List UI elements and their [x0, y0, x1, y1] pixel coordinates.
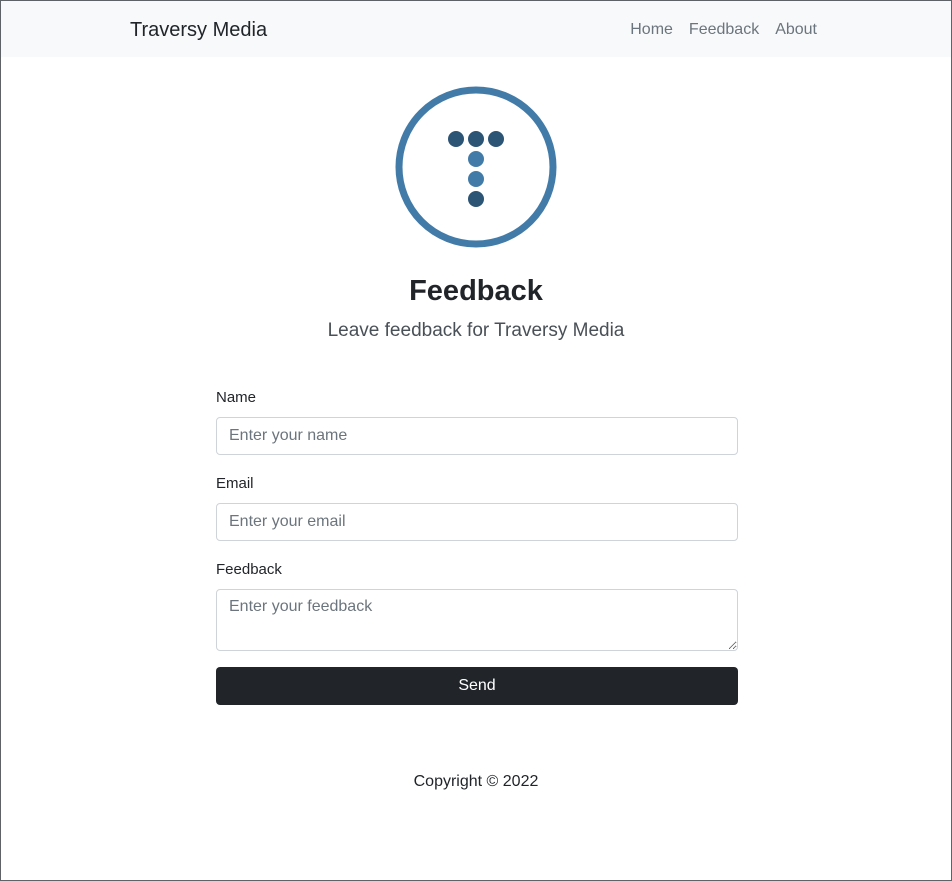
footer-copyright: Copyright © 2022: [413, 773, 539, 790]
logo-dot: [468, 171, 484, 187]
logo-dot: [468, 191, 484, 207]
nav-link-home[interactable]: Home: [630, 20, 673, 40]
email-input[interactable]: [216, 503, 738, 541]
nav-link-about[interactable]: About: [775, 20, 817, 40]
traversy-logo-icon: [395, 86, 557, 248]
page-subtitle: Leave feedback for Traversy Media: [327, 320, 625, 341]
nav-link-feedback[interactable]: Feedback: [689, 20, 759, 40]
page-title: Feedback: [409, 275, 543, 307]
logo-dot: [468, 131, 484, 147]
navbar: Traversy Media Home Feedback About: [1, 1, 951, 57]
navbar-brand[interactable]: Traversy Media: [130, 18, 267, 42]
feedback-textarea[interactable]: [216, 589, 738, 651]
logo-dot: [448, 131, 464, 147]
email-label: Email: [216, 475, 254, 492]
nav-links: Home Feedback About: [630, 20, 817, 40]
name-input[interactable]: [216, 417, 738, 455]
send-button[interactable]: Send: [216, 667, 738, 705]
feedback-label: Feedback: [216, 561, 282, 578]
logo-dot: [468, 151, 484, 167]
logo-dot: [488, 131, 504, 147]
name-label: Name: [216, 389, 257, 406]
